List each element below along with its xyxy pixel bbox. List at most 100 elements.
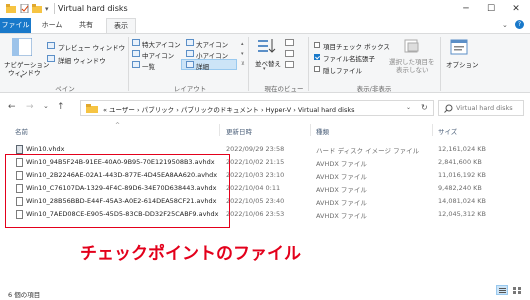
file-size: 14,081,024 KB [438, 197, 487, 205]
address-dropdown-icon[interactable]: ⌄ [406, 104, 411, 111]
navigation-pane-label-2: ウィンドウ [8, 69, 41, 77]
file-extensions-label[interactable]: ファイル名拡張子 [323, 53, 375, 63]
extra-large-icons-option[interactable]: 特大アイコン [142, 39, 181, 49]
chevron-down-icon: ▾ [20, 74, 23, 80]
pane-group-label: ペイン [55, 85, 75, 93]
small-icons-icon [186, 50, 194, 57]
sort-by-icon[interactable] [258, 38, 276, 56]
file-name: Win10.vhdx [26, 145, 65, 153]
vhdx-file-icon [16, 145, 23, 154]
folder-icon [86, 104, 98, 115]
large-icons-icon [186, 39, 194, 46]
file-type: AVHDX ファイル [316, 173, 367, 181]
customize-qat-icon[interactable]: ▾ [45, 5, 49, 13]
add-columns-icon[interactable] [285, 50, 294, 57]
divider [432, 124, 433, 136]
file-type: AVHDX ファイル [316, 212, 367, 220]
column-header-modified[interactable]: 更新日時 [226, 126, 252, 136]
forward-button[interactable]: → [26, 102, 34, 112]
file-modified: 2022/10/02 21:15 [226, 158, 285, 166]
file-size: 12,045,312 KB [438, 210, 487, 218]
item-checkboxes-checkbox[interactable] [314, 42, 320, 48]
refresh-button[interactable]: ↻ [421, 103, 428, 112]
divider [310, 124, 311, 136]
preview-pane-icon[interactable] [47, 42, 55, 49]
list-view-option[interactable]: 一覧 [142, 61, 155, 71]
details-view-toggle-icon[interactable] [496, 285, 508, 295]
file-modified: 2022/10/05 23:40 [226, 197, 285, 205]
column-header-type[interactable]: 種類 [316, 126, 329, 136]
sort-by-button[interactable]: 並べ替え [255, 58, 281, 68]
preview-pane-button[interactable]: プレビュー ウィンドウ [58, 42, 125, 52]
search-input[interactable]: Virtual hard disks [438, 100, 524, 116]
divider [248, 37, 249, 91]
search-icon [444, 104, 453, 115]
file-modified: 2022/10/06 23:53 [226, 210, 285, 218]
file-modified: 2022/09/29 23:58 [226, 145, 285, 153]
hidden-items-label[interactable]: 隠しファイル [323, 65, 362, 75]
file-type: AVHDX ファイル [316, 186, 367, 194]
extra-large-icons-icon [132, 39, 140, 46]
maximize-button[interactable]: ☐ [480, 0, 502, 18]
divider [219, 124, 220, 136]
column-header-name[interactable]: 名前 [15, 126, 28, 136]
details-view-label: 詳細 [196, 63, 209, 71]
up-button[interactable]: ↑ [57, 102, 65, 112]
details-pane-button[interactable]: 詳細 ウィンドウ [58, 55, 106, 65]
file-size: 2,841,600 KB [438, 158, 482, 166]
details-view-icon [186, 61, 194, 68]
options-button[interactable]: オプション [446, 59, 479, 69]
minimize-button[interactable]: ─ [455, 0, 477, 18]
search-placeholder: Virtual hard disks [456, 104, 513, 112]
details-view-option[interactable]: 詳細 [181, 59, 237, 71]
item-checkboxes-label[interactable]: 項目チェック ボックス [323, 41, 390, 51]
file-modified: 2022/10/04 0:11 [226, 184, 281, 192]
hidden-items-checkbox[interactable] [314, 66, 320, 72]
tab-share[interactable]: 共有 [75, 18, 97, 33]
annotation-highlight-box [5, 154, 230, 228]
folder-icon[interactable] [6, 4, 16, 13]
file-type: AVHDX ファイル [316, 160, 367, 168]
options-icon[interactable] [450, 38, 468, 58]
column-header-size[interactable]: サイズ [438, 126, 457, 136]
recent-locations-button[interactable]: ⌄ [43, 102, 49, 110]
tab-file[interactable]: ファイル [0, 18, 31, 33]
file-size: 12,161,024 KB [438, 145, 487, 153]
group-by-icon[interactable] [285, 39, 294, 46]
large-icons-option[interactable]: 大アイコン [196, 39, 228, 49]
medium-icons-option[interactable]: 中アイコン [142, 50, 174, 60]
medium-icons-icon [132, 50, 140, 57]
close-button[interactable]: ✕ [505, 0, 527, 18]
hide-selected-label-2[interactable]: 表示しない [396, 64, 429, 74]
new-folder-icon[interactable] [32, 4, 42, 13]
status-item-count: 6 個の項目 [8, 291, 41, 299]
hide-selected-icon [403, 39, 421, 55]
ribbon-expand-icon[interactable]: ⌄ [502, 21, 508, 29]
divider [128, 37, 129, 91]
file-type: ハード ディスク イメージ ファイル [316, 147, 420, 155]
back-button[interactable]: ← [8, 102, 16, 112]
size-columns-icon[interactable] [285, 61, 294, 68]
file-size: 9,482,240 KB [438, 184, 482, 192]
tab-home[interactable]: ホーム [39, 18, 65, 33]
address-bar[interactable]: « ユーザー › パブリック › パブリックのドキュメント › Hyper-V … [80, 100, 434, 116]
large-icons-toggle-icon[interactable] [512, 285, 524, 295]
details-pane-icon[interactable] [47, 55, 55, 62]
navigation-pane-button[interactable] [11, 37, 33, 58]
breadcrumb[interactable]: « ユーザー › パブリック › パブリックのドキュメント › Hyper-V … [103, 104, 355, 114]
divider [440, 37, 441, 91]
ribbon-tabs: ファイル ホーム 共有 表示 ⌄ ? [0, 18, 530, 33]
divider [54, 3, 55, 14]
file-extensions-checkbox[interactable] [314, 54, 320, 60]
layout-group-label: レイアウト [173, 85, 207, 93]
help-icon[interactable]: ? [515, 20, 524, 29]
tab-view[interactable]: 表示 [106, 18, 136, 33]
file-size: 11,016,192 KB [438, 171, 487, 179]
sort-indicator-icon: ^ [115, 122, 121, 129]
file-type: AVHDX ファイル [316, 199, 367, 207]
file-modified: 2022/10/03 23:10 [226, 171, 285, 179]
chevron-down-icon: ▾ [263, 66, 266, 72]
layout-scroll-icon[interactable]: ▴ ▾ ⊻ [241, 39, 245, 69]
properties-icon[interactable] [20, 3, 30, 14]
divider [308, 37, 309, 91]
